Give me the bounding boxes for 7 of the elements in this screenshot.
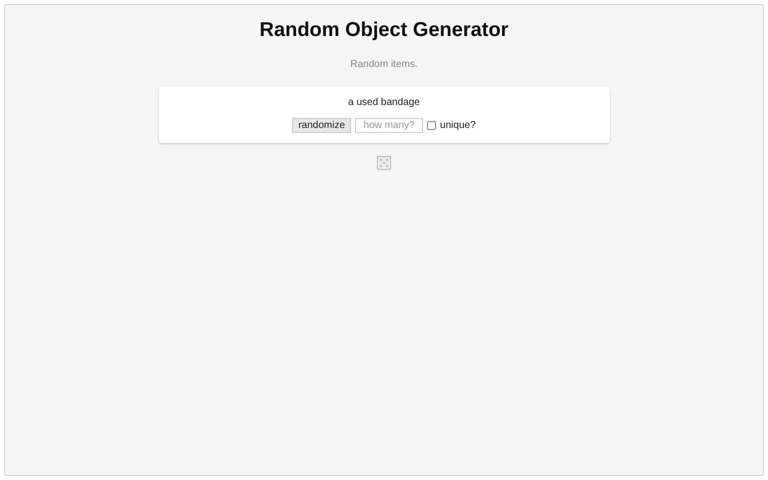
page-title: Random Object Generator bbox=[260, 18, 508, 42]
unique-label: unique? bbox=[440, 119, 476, 133]
count-field[interactable]: how many? bbox=[355, 118, 424, 133]
result-text: a used bandage bbox=[348, 97, 420, 108]
randomize-button[interactable]: randomize bbox=[292, 118, 352, 133]
subtitle: Random items. bbox=[350, 58, 418, 72]
unique-checkbox[interactable] bbox=[427, 121, 436, 130]
